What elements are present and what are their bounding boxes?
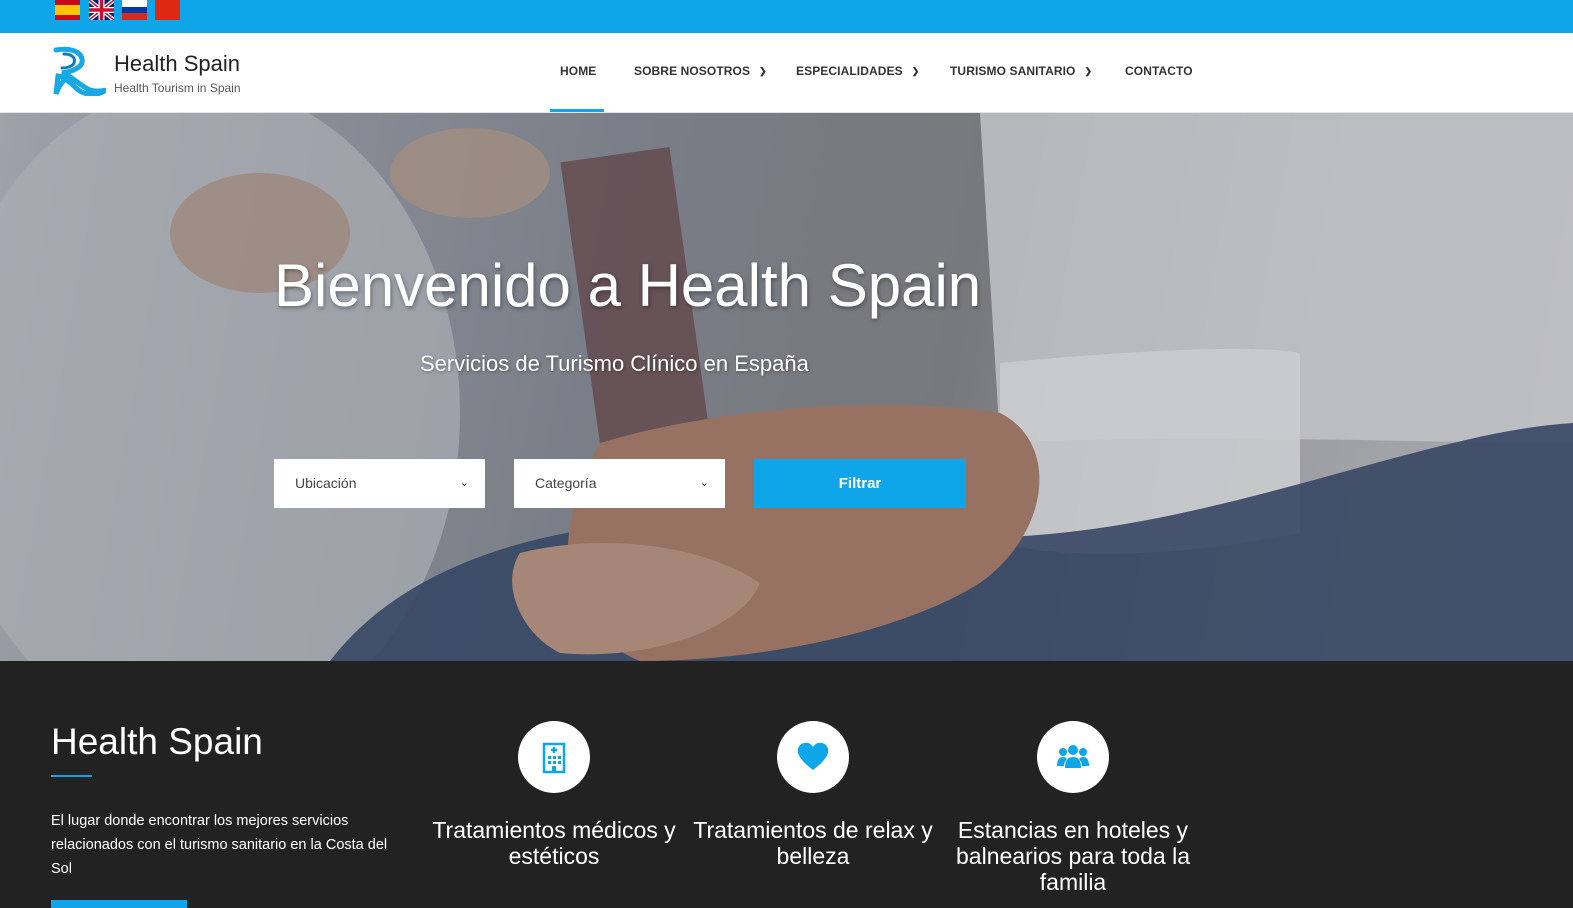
nav-contacto-label: CONTACTO [1125, 64, 1193, 78]
category-select-value: Categoría [535, 475, 597, 491]
title-divider [51, 775, 92, 777]
feature-icon-circle [518, 721, 590, 793]
intro-section: Health Spain El lugar donde encontrar lo… [0, 661, 1573, 908]
nav-contacto[interactable]: CONTACTO [1125, 64, 1193, 78]
chevron-down-icon: ⌄ [699, 477, 709, 489]
site-header: Health Spain Health Tourism in Spain HOM… [0, 33, 1573, 113]
logo-icon[interactable] [50, 46, 106, 96]
hospital-icon [542, 742, 566, 774]
nav-especialidades[interactable]: ESPECIALIDADES ❯ [796, 64, 919, 78]
chevron-down-icon: ❯ [759, 66, 767, 76]
hero-banner: Bienvenido a Health Spain Servicios de T… [0, 113, 1573, 661]
hero-overlay [0, 113, 1573, 661]
read-more-button[interactable] [51, 900, 187, 908]
feature-relax[interactable]: Tratamientos de relax y belleza [683, 721, 943, 869]
english-flag[interactable] [89, 0, 114, 20]
chevron-down-icon: ⌄ [459, 477, 469, 489]
section-title: Health Spain [51, 721, 263, 762]
brand-tagline: Health Tourism in Spain [114, 81, 241, 95]
nav-home[interactable]: HOME [560, 64, 596, 78]
section-description: El lugar donde encontrar los mejores ser… [51, 813, 388, 877]
feature-icon-circle [1037, 721, 1109, 793]
top-bar [0, 0, 1573, 33]
hero-title: Bienvenido a Health Spain [274, 252, 982, 319]
nav-home-label: HOME [560, 64, 597, 78]
uk-flag-icon [89, 0, 114, 20]
location-select-value: Ubicación [295, 475, 357, 491]
heart-icon [797, 742, 829, 770]
filter-button[interactable]: Filtrar [754, 459, 966, 508]
nav-turismo-sanitario[interactable]: TURISMO SANITARIO ❯ [950, 64, 1092, 78]
category-select[interactable]: Categoría ⌄ [514, 459, 725, 508]
feature-text: Tratamientos médicos y estéticos [432, 817, 676, 869]
china-flag-icon [155, 0, 180, 20]
chinese-flag[interactable] [155, 0, 180, 20]
feature-family[interactable]: Estancias en hoteles y balnearios para t… [943, 721, 1203, 895]
russian-flag[interactable] [122, 0, 147, 20]
group-icon [1057, 745, 1089, 768]
nav-especialidades-label: ESPECIALIDADES [796, 64, 903, 78]
feature-medical[interactable]: Tratamientos médicos y estéticos [424, 721, 684, 869]
feature-icon-circle [777, 721, 849, 793]
active-nav-indicator [550, 109, 604, 112]
feature-text: Tratamientos de relax y belleza [693, 817, 933, 869]
spanish-flag[interactable] [55, 0, 80, 20]
nav-sobre-nosotros-label: SOBRE NOSOTROS [634, 64, 751, 78]
brand-name[interactable]: Health Spain [114, 51, 240, 77]
chevron-down-icon: ❯ [911, 66, 920, 76]
location-select[interactable]: Ubicación ⌄ [274, 459, 485, 508]
feature-text: Estancias en hoteles y balnearios para t… [956, 817, 1190, 895]
nav-turismo-sanitario-label: TURISMO SANITARIO [950, 64, 1076, 78]
chevron-down-icon: ❯ [1084, 66, 1093, 76]
nav-sobre-nosotros[interactable]: SOBRE NOSOTROS ❯ [634, 64, 767, 78]
spanish-flag-icon [55, 0, 80, 20]
russia-flag-icon [122, 0, 147, 20]
hero-subtitle: Servicios de Turismo Clínico en España [420, 351, 809, 376]
